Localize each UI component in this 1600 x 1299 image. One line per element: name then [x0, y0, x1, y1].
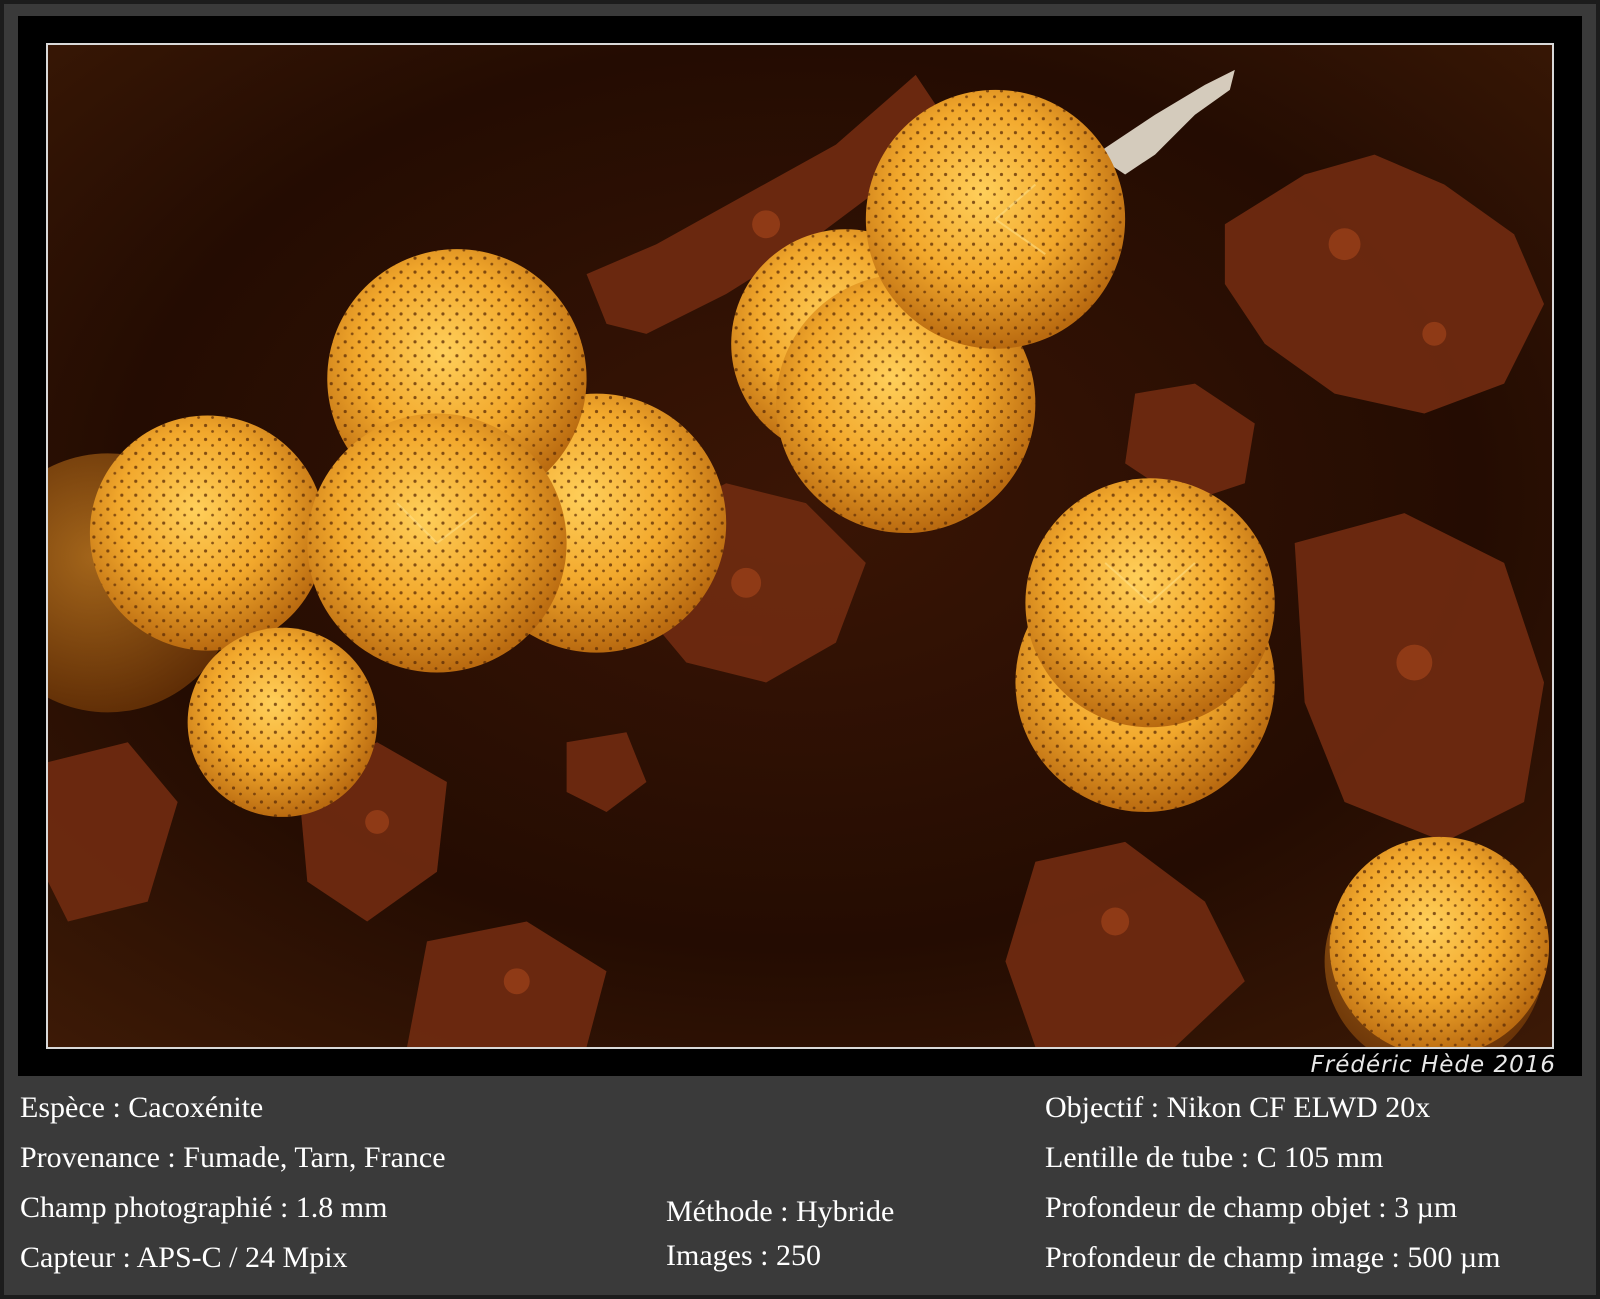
image-count-line: Images : 250	[666, 1239, 821, 1272]
method-info: Méthode : Hybride Images : 250	[666, 1190, 894, 1278]
specimen-info-left: Espèce : Cacoxénite Provenance : Fumade,…	[20, 1083, 446, 1283]
tube-lens-line: Lentille de tube : C 105 mm	[1045, 1141, 1384, 1174]
species-line: Espèce : Cacoxénite	[20, 1091, 264, 1124]
optics-info-right: Objectif : Nikon CF ELWD 20x Lentille de…	[1045, 1083, 1501, 1283]
photographer-signature: Frédéric Hède 2016	[1310, 1052, 1556, 1078]
mineral-photo	[46, 43, 1554, 1049]
objective-line: Objectif : Nikon CF ELWD 20x	[1045, 1091, 1431, 1124]
sensor-line: Capteur : APS-C / 24 Mpix	[20, 1241, 348, 1274]
provenance-line: Provenance : Fumade, Tarn, France	[20, 1141, 446, 1174]
cacoxenite-photo-drawing	[48, 45, 1552, 1047]
image-dof-line: Profondeur de champ image : 500 µm	[1045, 1241, 1501, 1274]
object-dof-line: Profondeur de champ objet : 3 µm	[1045, 1191, 1458, 1224]
method-line: Méthode : Hybride	[666, 1195, 895, 1228]
field-of-view-line: Champ photographié : 1.8 mm	[20, 1191, 388, 1224]
